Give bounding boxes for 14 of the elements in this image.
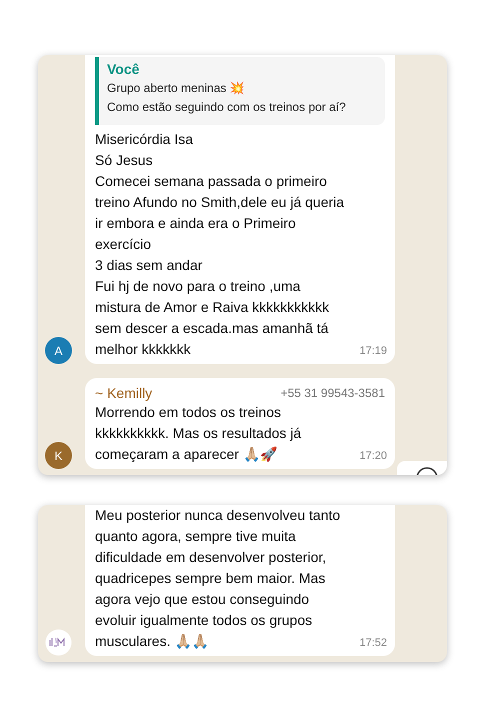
message-text: Morrendo em todos os treinos kkkkkkkkkk. Mas os resultados já começaram a aparecer 🙏🏼🚀 xyxy=(95,403,302,464)
message-time: 17:20 xyxy=(359,449,387,463)
quote-text: Grupo aberto meninas 💥 Como estão seguindo com os treinos por aí? xyxy=(107,80,347,116)
avatar[interactable]: K xyxy=(45,442,72,469)
message-time: 17:52 xyxy=(359,636,387,650)
quote-author: Você xyxy=(107,60,140,79)
message-time: 17:19 xyxy=(359,344,387,358)
message-text: Meu posterior nunca desenvolveu tanto quanto agora, sempre tive muita dificuldade em desenvolver posterior, quadricepes sempre bem maior. Mas agora vejo que estou conseguindo evoluir igualmente todos os grupos musculares. 🙏🏼🙏🏼 xyxy=(95,506,340,651)
avatar[interactable]: A xyxy=(45,337,72,364)
sender-name[interactable]: ~ Kemilly xyxy=(95,384,152,402)
logo-icon[interactable] xyxy=(45,629,72,656)
sender-phone: +55 31 99543-3581 xyxy=(280,385,385,402)
quoted-message[interactable]: Você Grupo aberto meninas 💥 Como estão seguindo com os treinos por aí? xyxy=(95,57,385,125)
message-text: Misericórdia Isa Só Jesus Comecei semana passada o primeiro treino Afundo no Smith,dele eu já queria ir embora e ainda era o Primeiro exercício 3 dias sem andar Fui hj de novo para o treino ,uma mistura de Amor e Raiva kkkkkkkkkkk sem descer a escada.mas amanhã tá melhor kkkkkkk xyxy=(95,130,344,359)
